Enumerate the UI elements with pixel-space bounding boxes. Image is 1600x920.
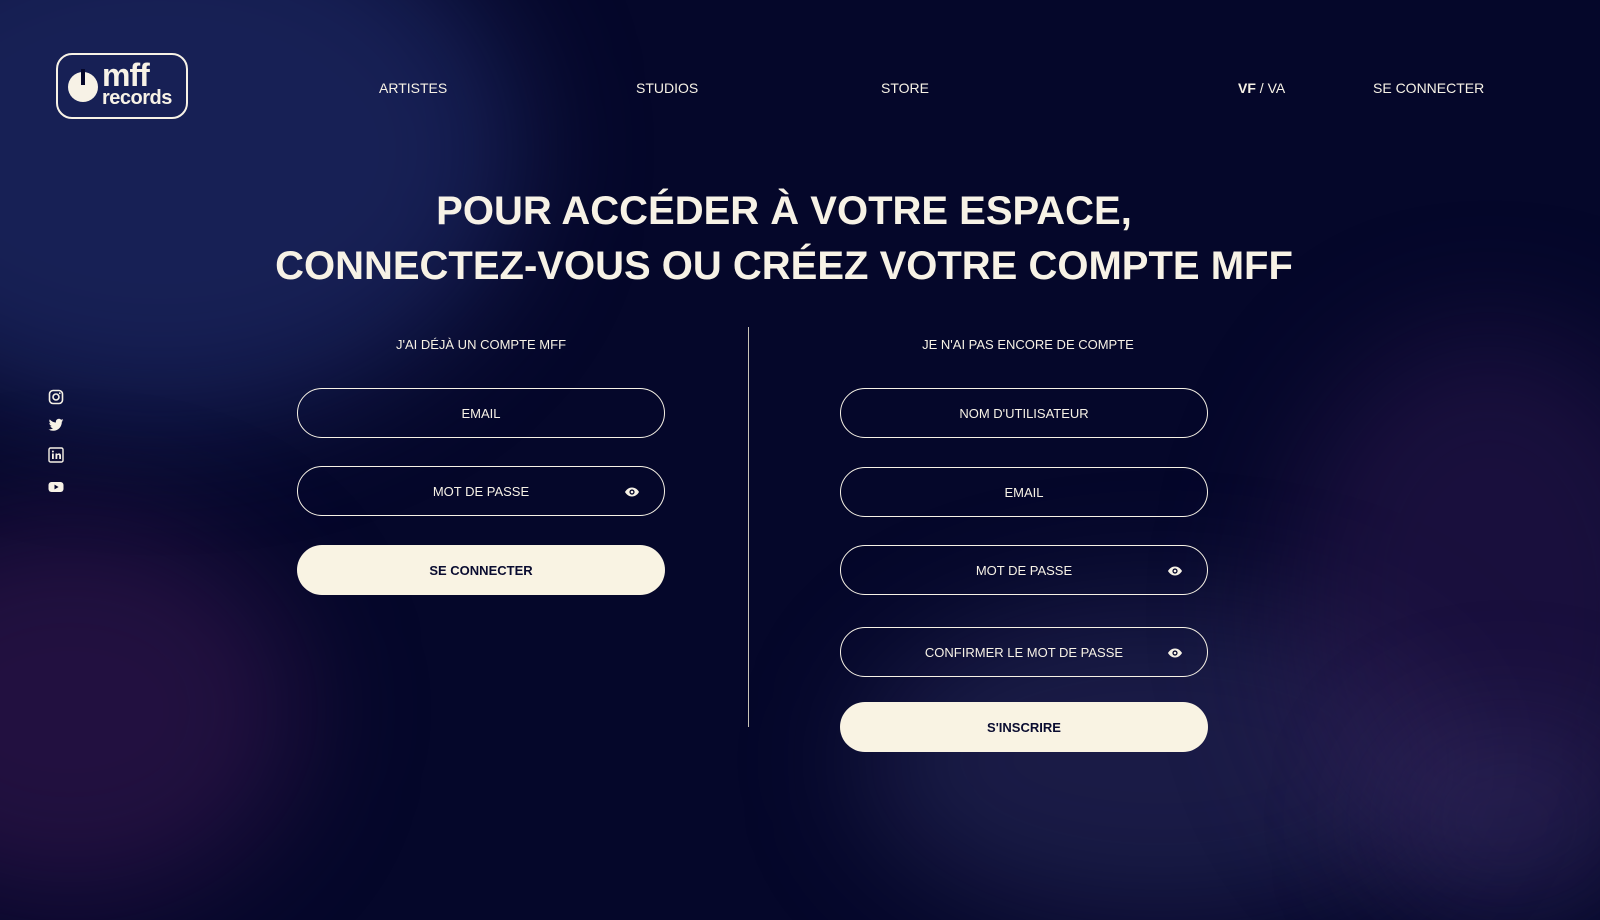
headline-line-1: POUR ACCÉDER À VOTRE ESPACE, (436, 189, 1132, 233)
instagram-icon[interactable] (48, 389, 64, 405)
login-password-placeholder: MOT DE PASSE (432, 483, 530, 499)
login-email-field[interactable]: EMAIL (297, 388, 665, 438)
signup-email-field[interactable]: EMAIL (840, 467, 1208, 517)
login-email-placeholder: EMAIL (461, 405, 501, 421)
nav-item-artistes[interactable]: ARTISTES (379, 80, 447, 96)
nav-item-studios[interactable]: STUDIOS (636, 80, 698, 96)
header-login-link[interactable]: SE CONNECTER (1373, 80, 1484, 96)
linkedin-icon[interactable] (48, 447, 64, 463)
login-section-title: J'AI DÉJÀ UN COMPTE MFF (395, 337, 567, 352)
power-icon (68, 69, 98, 102)
signup-password-field[interactable]: MOT DE PASSE (840, 545, 1208, 595)
login-submit-button[interactable]: SE CONNECTER (297, 545, 665, 595)
language-switcher: VF / VA (1238, 80, 1285, 96)
headline-line-2: CONNECTEZ-VOUS OU CRÉEZ VOTRE COMPTE MFF (275, 244, 1293, 288)
mff-records-logo[interactable]: mff records (56, 53, 188, 119)
language-vf[interactable]: VF (1238, 80, 1256, 96)
background-gradient (0, 0, 1600, 920)
youtube-icon[interactable] (48, 479, 64, 495)
page-headline: POUR ACCÉDER À VOTRE ESPACE, CONNECTEZ-V… (0, 184, 1568, 294)
signup-confirm-placeholder: CONFIRMER LE MOT DE PASSE (924, 644, 1124, 660)
language-va[interactable]: VA (1268, 80, 1286, 96)
twitter-icon[interactable] (48, 417, 64, 433)
column-divider (748, 327, 749, 727)
nav-item-store[interactable]: STORE (881, 80, 929, 96)
signup-section-title: JE N'AI PAS ENCORE DE COMPTE (922, 337, 1134, 352)
signup-username-placeholder: NOM D'UTILISATEUR (959, 405, 1089, 421)
language-separator: / (1255, 80, 1268, 96)
logo-text-records: records (102, 87, 172, 109)
show-confirm-password-eye-icon[interactable] (1167, 645, 1183, 661)
signup-submit-button[interactable]: S'INSCRIRE (840, 702, 1208, 752)
signup-password-placeholder: MOT DE PASSE (975, 562, 1073, 578)
signup-email-placeholder: EMAIL (1004, 484, 1044, 500)
show-password-eye-icon[interactable] (624, 484, 640, 500)
signup-confirm-password-field[interactable]: CONFIRMER LE MOT DE PASSE (840, 627, 1208, 677)
login-password-field[interactable]: MOT DE PASSE (297, 466, 665, 516)
signup-username-field[interactable]: NOM D'UTILISATEUR (840, 388, 1208, 438)
show-password-eye-icon[interactable] (1167, 563, 1183, 579)
